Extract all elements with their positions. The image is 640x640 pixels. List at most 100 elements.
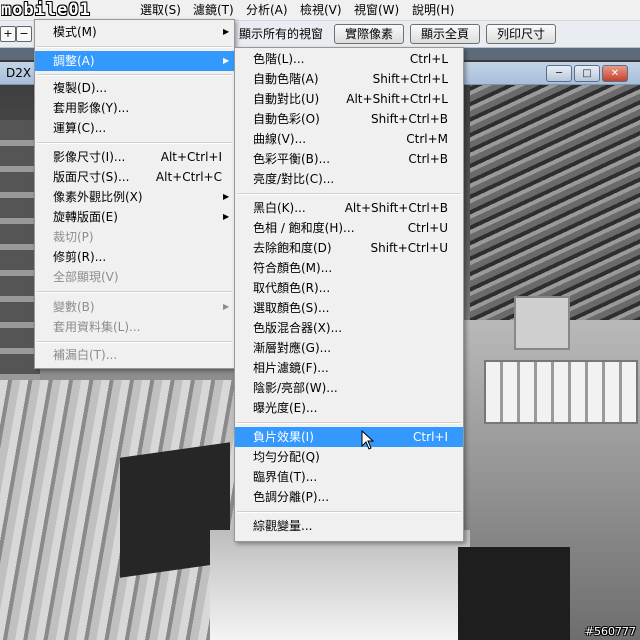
submenu-arrow-icon: ▶: [223, 212, 230, 221]
menu-item-color-balance[interactable]: 色彩平衡(B)... Ctrl+B: [235, 149, 463, 169]
menu-item-label: 黑白(K)...: [253, 201, 306, 215]
menu-item-label: 修剪(R)...: [53, 250, 107, 264]
menu-item-label: 色版混合器(X)...: [253, 321, 343, 335]
menu-item-label: 變數(B): [53, 300, 95, 314]
menu-item-label: 複製(D)...: [53, 81, 108, 95]
menu-item-label: 去除飽和度(D): [253, 241, 332, 255]
menu-item-label: 運算(C)...: [53, 121, 107, 135]
menu-item-black-white[interactable]: 黑白(K)... Alt+Shift+Ctrl+B: [235, 198, 463, 218]
menu-item-adjustments[interactable]: 調整(A) ▶: [35, 51, 234, 71]
menu-item-variations[interactable]: 綜觀變量...: [235, 516, 463, 536]
menu-select[interactable]: 選取(S): [138, 0, 183, 20]
submenu-arrow-icon: ▶: [223, 56, 230, 65]
fit-screen-button[interactable]: 顯示全頁: [410, 24, 480, 44]
menu-help[interactable]: 說明(H): [410, 0, 456, 20]
menu-item-canvas-size[interactable]: 版面尺寸(S)... Alt+Ctrl+C: [35, 167, 234, 187]
menu-item-reveal-all[interactable]: 全部顯現(V): [35, 267, 234, 287]
zoom-in-icon[interactable]: +: [0, 26, 16, 42]
submenu-arrow-icon: ▶: [223, 27, 230, 36]
menu-item-replace-color[interactable]: 取代顏色(R)...: [235, 278, 463, 298]
menu-item-curves[interactable]: 曲線(V)... Ctrl+M: [235, 129, 463, 149]
menu-item-label: 陰影/亮部(W)...: [253, 381, 338, 395]
menu-view[interactable]: 檢視(V): [298, 0, 344, 20]
menu-item-shortcut: Ctrl+M: [406, 132, 448, 146]
menu-item-hue-saturation[interactable]: 色相 / 飽和度(H)... Ctrl+U: [235, 218, 463, 238]
menu-item-photo-filter[interactable]: 相片濾鏡(F)...: [235, 358, 463, 378]
menu-item-shortcut: Alt+Ctrl+C: [155, 170, 222, 184]
menu-item-brightness-contrast[interactable]: 亮度/對比(C)...: [235, 169, 463, 189]
menu-item-selective-color[interactable]: 選取顏色(S)...: [235, 298, 463, 318]
close-icon: ✕: [610, 68, 620, 79]
menu-item-trim[interactable]: 修剪(R)...: [35, 247, 234, 267]
menu-item-exposure[interactable]: 曝光度(E)...: [235, 398, 463, 418]
menu-item-label: 取代顏色(R)...: [253, 281, 331, 295]
menu-window[interactable]: 視窗(W): [352, 0, 401, 20]
mobile01-logo: mobile01: [1, 0, 91, 20]
close-button[interactable]: ✕: [602, 65, 628, 82]
actual-pixels-button[interactable]: 實際像素: [334, 24, 404, 44]
menu-item-equalize[interactable]: 均勻分配(Q): [235, 447, 463, 467]
menu-filter[interactable]: 濾鏡(T): [191, 0, 236, 20]
menu-item-shortcut: Ctrl+I: [413, 430, 448, 444]
menu-item-apply-image[interactable]: 套用影像(Y)...: [35, 98, 234, 118]
menu-item-image-size[interactable]: 影像尺寸(I)... Alt+Ctrl+I: [35, 147, 234, 167]
menu-item-label: 綜觀變量...: [253, 519, 313, 533]
menu-item-shadow-highlight[interactable]: 陰影/亮部(W)...: [235, 378, 463, 398]
menu-item-invert[interactable]: 負片效果(I) Ctrl+I: [235, 427, 463, 447]
menu-item-trap[interactable]: 補漏白(T)...: [35, 345, 234, 365]
menu-item-label: 版面尺寸(S)...: [53, 170, 130, 184]
menu-item-gradient-map[interactable]: 漸層對應(G)...: [235, 338, 463, 358]
watermark: #560777: [584, 625, 636, 638]
menu-separator: [237, 422, 461, 424]
menu-separator: [37, 142, 232, 144]
menu-item-apply-data-set[interactable]: 套用資料集(L)...: [35, 317, 234, 337]
print-size-button[interactable]: 列印尺寸: [486, 24, 556, 44]
menu-item-shortcut: Alt+Ctrl+I: [160, 150, 222, 164]
menu-item-rotate-canvas[interactable]: 旋轉版面(E) ▶: [35, 207, 234, 227]
menu-item-pixel-aspect-ratio[interactable]: 像素外觀比例(X) ▶: [35, 187, 234, 207]
zoom-out-icon[interactable]: −: [16, 26, 32, 42]
adjustments-submenu: 色階(L)... Ctrl+L 自動色階(A) Shift+Ctrl+L 自動對…: [234, 47, 464, 542]
submenu-arrow-icon: ▶: [223, 192, 230, 201]
menu-item-threshold[interactable]: 臨界值(T)...: [235, 467, 463, 487]
menu-item-mode[interactable]: 模式(M) ▶: [35, 22, 234, 42]
maximize-button[interactable]: □: [574, 65, 600, 82]
mouse-cursor-icon: [361, 430, 375, 450]
menu-item-match-color[interactable]: 符合顏色(M)...: [235, 258, 463, 278]
menu-item-variables[interactable]: 變數(B) ▶: [35, 297, 234, 317]
menu-item-label: 曲線(V)...: [253, 132, 307, 146]
menu-item-calculations[interactable]: 運算(C)...: [35, 118, 234, 138]
show-all-windows-label[interactable]: 顯示所有的視窗: [239, 25, 323, 43]
menu-item-shortcut: Ctrl+U: [407, 221, 448, 235]
menu-item-label: 漸層對應(G)...: [253, 341, 332, 355]
photo-window: [514, 296, 570, 350]
menu-separator: [37, 291, 232, 293]
menu-item-channel-mixer[interactable]: 色版混合器(X)...: [235, 318, 463, 338]
menu-item-shortcut: Ctrl+B: [408, 152, 448, 166]
menu-item-label: 符合顏色(M)...: [253, 261, 333, 275]
menu-item-crop[interactable]: 裁切(P): [35, 227, 234, 247]
minimize-button[interactable]: ─: [546, 65, 572, 82]
menu-item-label: 模式(M): [53, 25, 97, 39]
menu-item-label: 色調分離(P)...: [253, 490, 330, 504]
menu-item-auto-levels[interactable]: 自動色階(A) Shift+Ctrl+L: [235, 69, 463, 89]
menu-item-duplicate[interactable]: 複製(D)...: [35, 78, 234, 98]
menu-item-label: 臨界值(T)...: [253, 470, 318, 484]
menu-item-desaturate[interactable]: 去除飽和度(D) Shift+Ctrl+U: [235, 238, 463, 258]
menu-item-label: 補漏白(T)...: [53, 348, 118, 362]
menu-item-auto-color[interactable]: 自動色彩(O) Shift+Ctrl+B: [235, 109, 463, 129]
menu-item-posterize[interactable]: 色調分離(P)...: [235, 487, 463, 507]
menu-item-shortcut: Shift+Ctrl+B: [371, 112, 448, 126]
menu-separator: [37, 341, 232, 343]
menu-item-levels[interactable]: 色階(L)... Ctrl+L: [235, 49, 463, 69]
menu-item-auto-contrast[interactable]: 自動對比(U) Alt+Shift+Ctrl+L: [235, 89, 463, 109]
photo-ground: [210, 530, 470, 640]
menu-item-label: 套用資料集(L)...: [53, 320, 141, 334]
submenu-arrow-icon: ▶: [223, 302, 230, 311]
menu-item-shortcut: Alt+Shift+Ctrl+B: [344, 201, 448, 215]
maximize-icon: □: [582, 68, 592, 79]
menu-separator: [237, 511, 461, 513]
menu-item-label: 色相 / 飽和度(H)...: [253, 221, 355, 235]
menu-item-label: 亮度/對比(C)...: [253, 172, 335, 186]
menu-analysis[interactable]: 分析(A): [244, 0, 290, 20]
